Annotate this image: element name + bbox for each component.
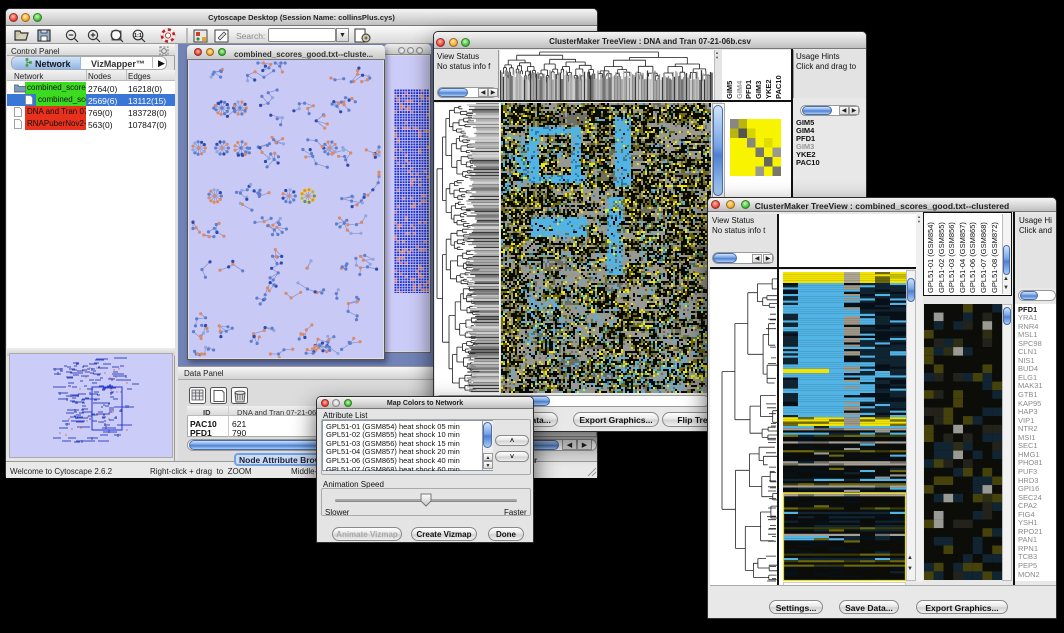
svg-text:1:1: 1:1 — [134, 33, 142, 39]
